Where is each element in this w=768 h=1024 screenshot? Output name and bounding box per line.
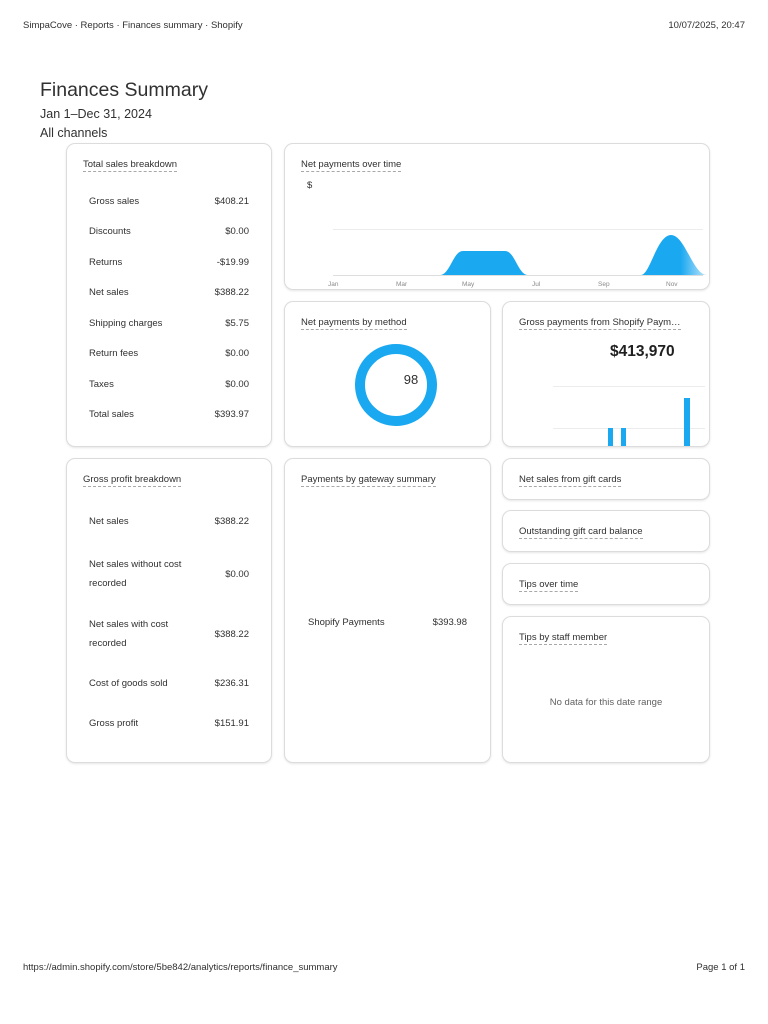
print-datetime: 10/07/2025, 20:47 — [668, 20, 745, 31]
table-row: Shipping charges $5.75 — [89, 318, 249, 329]
x-tick: Mar — [396, 281, 408, 288]
row-label: Gross profit — [89, 718, 139, 729]
row-value: $0.00 — [225, 568, 249, 580]
page-title: Finances Summary — [40, 79, 208, 101]
gridline — [553, 428, 705, 429]
gross-payments-shopify-card: Gross payments from Shopify Paym… $413,9… — [502, 301, 710, 447]
table-row: Shopify Payments $393.98 — [308, 617, 467, 628]
row-value: $388.22 — [214, 516, 249, 527]
gross-payments-value: $413,970 — [610, 343, 675, 360]
row-label: Shipping charges — [89, 318, 163, 329]
area-mark-nov — [641, 235, 707, 275]
table-row: Cost of goods sold $236.31 — [89, 678, 249, 689]
x-tick: Nov — [666, 281, 678, 288]
row-label: Total sales — [89, 409, 134, 420]
payments-by-gateway-title[interactable]: Payments by gateway summary — [301, 474, 436, 487]
table-row: Net sales $388.22 — [89, 287, 249, 298]
table-row: Net sales with cost recorded $388.22 — [89, 615, 249, 653]
date-range[interactable]: Jan 1–Dec 31, 2024 — [40, 107, 152, 121]
row-label: Returns — [89, 257, 123, 268]
table-row: Taxes $0.00 — [89, 379, 249, 390]
row-value: $0.00 — [225, 226, 249, 237]
row-label: Cost of goods sold — [89, 678, 168, 689]
table-row: Net sales without cost recorded $0.00 — [89, 555, 249, 593]
table-row: Returns -$19.99 — [89, 257, 249, 268]
table-row: Net sales $388.22 — [89, 516, 249, 527]
browser-page-breadcrumb: SimpaCove · Reports · Finances summary ·… — [23, 20, 243, 31]
net-payments-by-method-title[interactable]: Net payments by method — [301, 317, 407, 330]
net-sales-gift-cards-title[interactable]: Net sales from gift cards — [519, 474, 622, 487]
row-label: Shopify Payments — [308, 617, 385, 628]
gridline — [553, 386, 705, 387]
bar-mark — [684, 398, 690, 446]
bar-mark — [608, 428, 613, 446]
x-tick: May — [462, 281, 475, 288]
tips-over-time-title[interactable]: Tips over time — [519, 579, 579, 592]
area-mark-may — [440, 251, 528, 275]
x-tick: Jan — [328, 281, 339, 288]
row-label: Taxes — [89, 379, 114, 390]
row-label: Discounts — [89, 226, 131, 237]
table-row: Return fees $0.00 — [89, 348, 249, 359]
table-row: Gross sales $408.21 — [89, 196, 249, 207]
row-value: $5.75 — [225, 318, 249, 329]
table-row: Gross profit $151.91 — [89, 718, 249, 729]
outstanding-gift-card-balance-card: Outstanding gift card balance — [502, 510, 710, 552]
row-value: $236.31 — [214, 678, 249, 689]
bar-mark — [621, 428, 626, 446]
gross-profit-breakdown-title[interactable]: Gross profit breakdown — [83, 474, 182, 487]
tips-by-staff-title[interactable]: Tips by staff member — [519, 632, 608, 645]
tips-by-staff-card: Tips by staff member No data for this da… — [502, 616, 710, 763]
net-payments-over-time-card: Net payments over time $ Jan Mar May Jul… — [284, 143, 710, 290]
net-payments-area-chart — [440, 235, 707, 275]
row-value: $0.00 — [225, 379, 249, 390]
table-row: Total sales $393.97 — [89, 409, 249, 420]
row-value: $393.97 — [214, 409, 249, 420]
gross-payments-shopify-title[interactable]: Gross payments from Shopify Paym… — [519, 317, 681, 330]
row-value: $408.21 — [214, 196, 249, 207]
donut-center-value: 98 — [403, 372, 419, 387]
net-sales-gift-cards-card: Net sales from gift cards — [502, 458, 710, 500]
row-value: $151.91 — [214, 718, 249, 729]
row-label: Gross sales — [89, 196, 140, 207]
row-label: Net sales with cost recorded — [89, 619, 169, 649]
net-payments-by-method-card: Net payments by method 98 — [284, 301, 491, 447]
page-number: Page 1 of 1 — [696, 962, 745, 973]
row-label: Net sales — [89, 516, 129, 527]
row-label: Return fees — [89, 348, 139, 359]
row-value: $0.00 — [225, 348, 249, 359]
x-tick: Jul — [532, 281, 541, 288]
row-label: Net sales — [89, 287, 129, 298]
row-value: $388.22 — [214, 628, 249, 640]
gross-profit-breakdown-card: Gross profit breakdown Net sales $388.22 … — [66, 458, 272, 763]
channel-filter[interactable]: All channels — [40, 126, 107, 140]
donut-chart — [355, 344, 437, 426]
tips-over-time-card: Tips over time — [502, 563, 710, 605]
total-sales-breakdown-card: Total sales breakdown Gross sales $408.21… — [66, 143, 272, 447]
payments-by-gateway-card: Payments by gateway summary Shopify Paym… — [284, 458, 491, 763]
row-value: -$19.99 — [216, 257, 249, 268]
page-url: https://admin.shopify.com/store/5be842/a… — [23, 962, 338, 973]
empty-state-message: No data for this date range — [549, 697, 663, 708]
row-value: $393.98 — [432, 617, 467, 628]
row-value: $388.22 — [214, 287, 249, 298]
row-label: Net sales without cost recorded — [89, 559, 182, 589]
outstanding-gift-card-balance-title[interactable]: Outstanding gift card balance — [519, 526, 643, 539]
total-sales-breakdown-title[interactable]: Total sales breakdown — [83, 159, 177, 172]
x-tick: Sep — [598, 281, 610, 288]
table-row: Discounts $0.00 — [89, 226, 249, 237]
